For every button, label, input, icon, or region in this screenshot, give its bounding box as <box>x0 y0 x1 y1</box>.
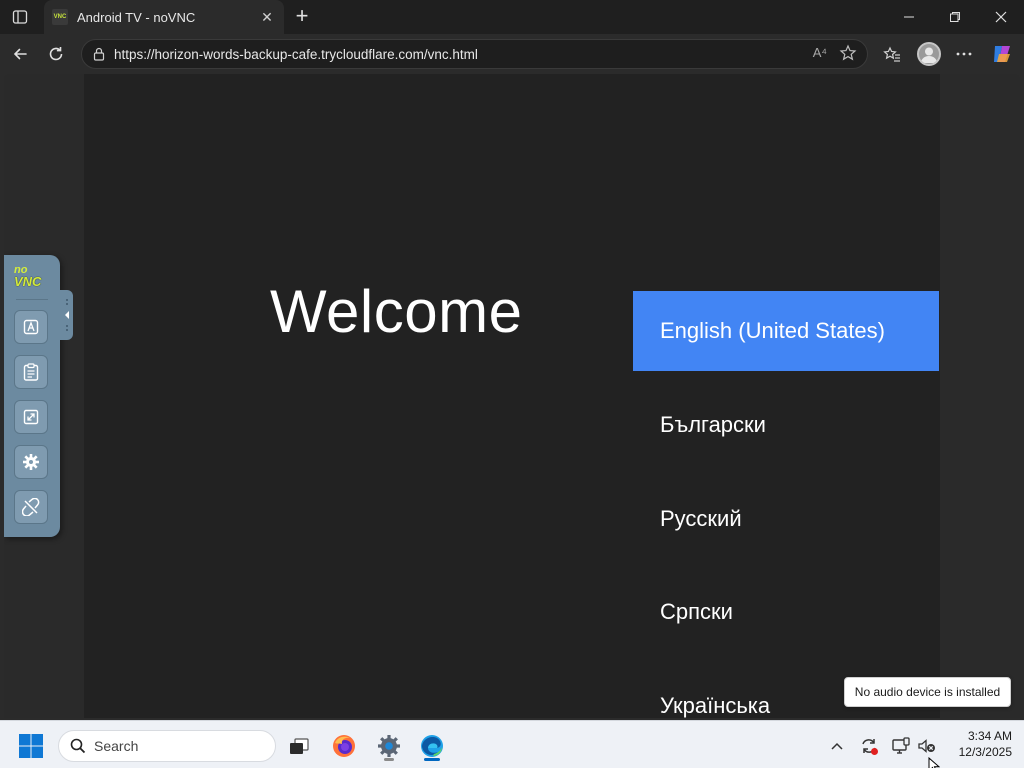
sidebar-toggle-icon[interactable] <box>10 7 30 27</box>
language-option-serbian[interactable]: Српски <box>633 572 939 652</box>
restore-button[interactable] <box>932 0 978 34</box>
disconnect-icon <box>22 498 40 516</box>
clock-time: 3:34 AM <box>967 729 1012 743</box>
taskbar-search[interactable]: Search <box>58 730 276 762</box>
show-hidden-icons-chevron-icon[interactable] <box>826 735 848 757</box>
tab-close-icon[interactable]: ✕ <box>258 8 276 26</box>
profile-avatar[interactable] <box>917 42 941 66</box>
url-text: https://horizon-words-backup-cafe.tryclo… <box>114 46 478 62</box>
extra-keys-button[interactable] <box>14 310 48 344</box>
language-label: English (United States) <box>660 318 885 343</box>
read-aloud-icon[interactable]: A⁴ <box>813 45 827 60</box>
task-view-icon <box>290 738 309 754</box>
search-icon <box>70 738 86 754</box>
edge-icon <box>421 735 443 757</box>
running-indicator <box>384 758 394 761</box>
welcome-heading: Welcome <box>270 278 523 345</box>
clock-date: 12/3/2025 <box>958 745 1012 759</box>
novnc-control-bar: no VNC <box>4 255 60 537</box>
novnc-viewport: Welcome English (United States) Българск… <box>4 74 1020 718</box>
clipboard-button[interactable] <box>14 355 48 389</box>
tab-active[interactable]: VNC Android TV - noVNC ✕ <box>44 0 284 34</box>
language-label: Українська <box>660 693 771 718</box>
copilot-icon[interactable] <box>988 40 1016 68</box>
language-label: Русский <box>660 506 742 531</box>
network-icon[interactable] <box>890 735 912 757</box>
novnc-favicon-icon: VNC <box>52 9 68 25</box>
more-menu-icon[interactable] <box>950 40 978 68</box>
settings-gear-icon <box>378 735 400 757</box>
windows-taskbar: Search 3:34 AM 12/3/2025 <box>0 720 1024 768</box>
control-bar-handle[interactable] <box>60 290 73 340</box>
language-option-russian[interactable]: Русский <box>633 479 939 559</box>
taskbar-clock[interactable]: 3:34 AM 12/3/2025 <box>944 728 1012 760</box>
firefox-icon <box>333 735 355 757</box>
favorites-icon[interactable] <box>878 40 906 68</box>
language-option-english[interactable]: English (United States) <box>633 291 939 371</box>
fullscreen-icon <box>23 409 39 425</box>
refresh-button[interactable] <box>42 40 70 68</box>
site-info-icon[interactable] <box>92 47 106 66</box>
collapse-arrow-icon <box>64 299 69 331</box>
browser-title-bar: VNC Android TV - noVNC ✕ + <box>0 0 1024 34</box>
settings-button[interactable] <box>14 445 48 479</box>
browser-toolbar: https://horizon-words-backup-cafe.tryclo… <box>0 34 1024 74</box>
minimize-button[interactable] <box>886 0 932 34</box>
fullscreen-button[interactable] <box>14 400 48 434</box>
favorite-star-icon[interactable] <box>839 44 857 67</box>
settings-app-button[interactable] <box>372 729 406 763</box>
close-window-button[interactable] <box>978 0 1024 34</box>
search-placeholder: Search <box>94 738 139 754</box>
task-view-button[interactable] <box>282 729 316 763</box>
sync-alert-icon[interactable] <box>858 735 880 757</box>
windows-start-icon[interactable] <box>18 733 44 759</box>
address-bar[interactable]: https://horizon-words-backup-cafe.tryclo… <box>81 39 868 69</box>
language-label: Български <box>660 412 766 437</box>
mouse-cursor-icon <box>928 757 940 768</box>
novnc-logo: no VNC <box>14 264 42 289</box>
new-tab-button[interactable]: + <box>290 5 314 29</box>
language-option-bulgarian[interactable]: Български <box>633 385 939 465</box>
speaker-muted-icon[interactable] <box>916 735 938 757</box>
disconnect-button[interactable] <box>14 490 48 524</box>
clipboard-icon <box>23 363 39 381</box>
tab-title: Android TV - noVNC <box>77 9 196 25</box>
audio-tooltip: No audio device is installed <box>844 677 1011 707</box>
android-tv-screen[interactable]: Welcome English (United States) Българск… <box>84 74 940 718</box>
keyboard-a-icon <box>23 319 39 335</box>
language-label: Српски <box>660 599 733 624</box>
active-indicator <box>424 758 440 761</box>
edge-button[interactable] <box>415 729 449 763</box>
back-button[interactable] <box>6 40 34 68</box>
firefox-button[interactable] <box>327 729 361 763</box>
gear-icon <box>23 454 39 470</box>
